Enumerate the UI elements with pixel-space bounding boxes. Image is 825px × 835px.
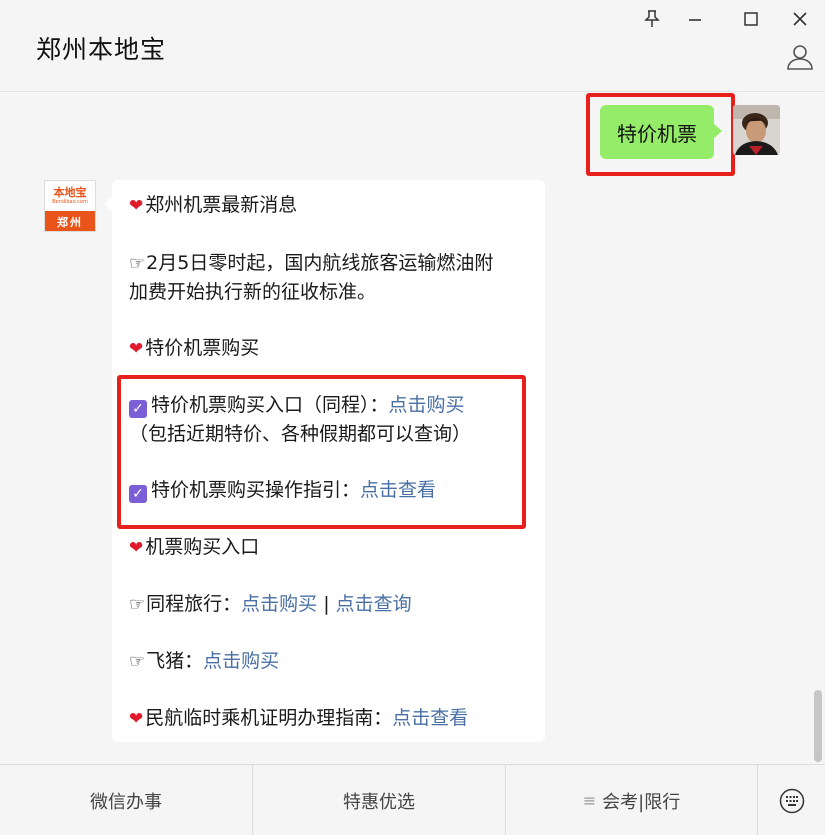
heart-icon: ❤ — [129, 339, 144, 359]
menu-lines-icon: ≡ — [582, 791, 597, 810]
bot-avatar-city: 郑州 — [45, 211, 95, 231]
tongcheng-query-link[interactable]: 点击查询 — [336, 593, 412, 615]
chat-scrollbar[interactable] — [814, 690, 822, 762]
boarding-guide-link[interactable]: 点击查看 — [392, 707, 468, 729]
pointing-hand-icon: ☞ — [129, 594, 146, 615]
chat-area[interactable]: 特价机票 本地宝 Bendibao.com 郑州 ❤ 郑州机票最新消息 ☞2月5日… — [0, 93, 825, 763]
user-message-bubble[interactable]: 特价机票 — [600, 105, 722, 159]
heart-icon: ❤ — [129, 196, 144, 216]
pointing-hand-icon: ☞ — [129, 651, 146, 672]
bendibao-logo: 本地宝 Bendibao.com — [45, 181, 95, 211]
message-line: 加费开始执行新的征收标准。 — [129, 281, 377, 303]
message-line: ❤ 郑州机票最新消息 — [129, 194, 298, 216]
purchase-highlight — [117, 375, 526, 529]
bottom-menu: 微信办事 特惠优选 ≡ 会考|限行 — [0, 764, 825, 835]
user-message-text: 特价机票 — [617, 121, 697, 146]
message-line: ❤ 民航临时乘机证明办理指南：点击查看 — [129, 707, 469, 729]
maximize-icon[interactable] — [737, 6, 765, 32]
menu-item-exam-restrictions[interactable]: ≡ 会考|限行 — [506, 765, 758, 835]
menu-item-wechat-services[interactable]: 微信办事 — [0, 765, 253, 835]
pointing-hand-icon: ☞ — [129, 253, 146, 274]
message-line: ☞2月5日零时起，国内航线旅客运输燃油附 — [129, 252, 494, 274]
minimize-icon[interactable] — [681, 6, 709, 32]
pin-icon[interactable] — [638, 6, 666, 32]
chat-title: 郑州本地宝 — [36, 35, 167, 64]
heart-icon: ❤ — [129, 709, 144, 729]
menu-item-deals[interactable]: 特惠优选 — [253, 765, 506, 835]
fliggy-buy-link[interactable]: 点击购买 — [203, 650, 279, 672]
message-line: ❤ 机票购买入口 — [129, 536, 260, 558]
heart-icon: ❤ — [129, 538, 144, 558]
close-icon[interactable] — [786, 6, 814, 32]
tongcheng-buy-link[interactable]: 点击购买 — [241, 593, 317, 615]
bot-avatar[interactable]: 本地宝 Bendibao.com 郑州 — [44, 180, 96, 232]
message-line: ☞飞猪：点击购买 — [129, 650, 280, 672]
title-bar: 郑州本地宝 — [0, 0, 825, 92]
keyboard-icon[interactable] — [758, 765, 825, 835]
message-line: ❤ 特价机票购买 — [129, 337, 260, 359]
user-avatar[interactable] — [733, 105, 780, 155]
message-line: ☞同程旅行：点击购买 | 点击查询 — [129, 593, 412, 615]
person-icon[interactable] — [785, 42, 815, 72]
